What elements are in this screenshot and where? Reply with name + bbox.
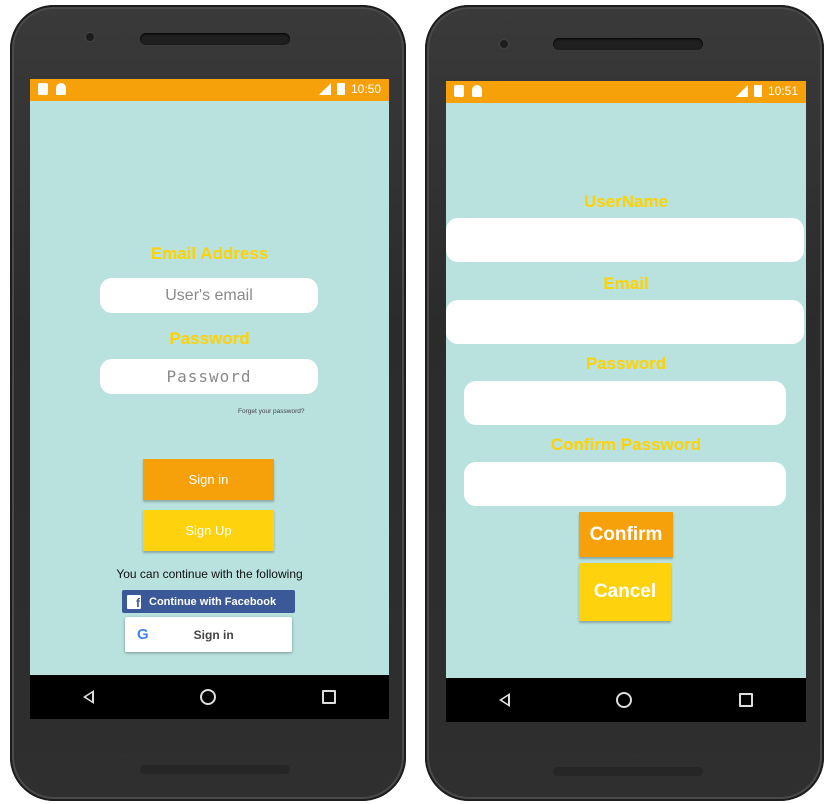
battery-icon — [753, 85, 762, 97]
bottom-speaker — [140, 765, 290, 774]
front-camera-icon — [86, 33, 94, 41]
earpiece-speaker — [140, 33, 290, 45]
left-phone-frame: 10:50 Email Address User's email Passwor… — [10, 5, 406, 801]
password-field[interactable]: Password — [100, 359, 318, 394]
right-phone-frame: 10:51 UserName Email Password Confirm Pa… — [425, 5, 824, 801]
bottom-speaker — [553, 767, 703, 776]
battery-icon — [336, 83, 345, 95]
confirm-password-field[interactable] — [464, 462, 786, 506]
login-screen: 10:50 Email Address User's email Passwor… — [30, 79, 389, 719]
sd-card-icon — [38, 83, 48, 95]
signal-icon — [735, 85, 748, 97]
android-icon — [472, 85, 482, 97]
username-field[interactable] — [446, 218, 804, 262]
email-field[interactable]: User's email — [100, 278, 318, 313]
sign-up-button[interactable]: Sign Up — [143, 510, 274, 551]
facebook-icon: f — [127, 594, 141, 609]
google-button-label: Sign in — [193, 627, 234, 642]
status-time: 10:51 — [767, 84, 798, 98]
recent-apps-icon[interactable] — [738, 693, 753, 707]
facebook-login-button[interactable]: f Continue with Facebook — [122, 590, 295, 613]
confirm-button[interactable]: Confirm — [579, 512, 673, 557]
email-field[interactable] — [446, 300, 804, 344]
password-label: Password — [585, 354, 667, 373]
sd-card-icon — [454, 85, 464, 97]
recent-apps-icon[interactable] — [322, 690, 336, 704]
confirm-password-label: Confirm Password — [550, 435, 702, 454]
front-camera-icon — [500, 40, 508, 48]
back-icon[interactable] — [83, 690, 94, 704]
back-icon[interactable] — [499, 693, 511, 707]
android-icon — [56, 83, 66, 95]
navigation-bar — [446, 678, 806, 722]
home-icon[interactable] — [200, 689, 216, 705]
earpiece-speaker — [553, 38, 703, 50]
continue-text: You can continue with the following — [116, 567, 303, 581]
password-field[interactable] — [464, 381, 786, 425]
email-label: Email — [603, 274, 649, 293]
username-label: UserName — [583, 192, 669, 211]
status-bar: 10:51 — [446, 81, 806, 103]
status-bar: 10:50 — [30, 79, 389, 101]
password-label: Password — [169, 329, 250, 348]
sign-in-button[interactable]: Sign in — [143, 459, 274, 500]
facebook-button-label: Continue with Facebook — [149, 595, 277, 608]
forgot-password-link[interactable]: Forget your password? — [238, 408, 304, 415]
status-time: 10:50 — [350, 82, 381, 96]
navigation-bar — [30, 675, 389, 719]
signal-icon — [318, 83, 331, 95]
google-sign-in-button[interactable]: G Sign in — [125, 617, 292, 652]
register-screen: 10:51 UserName Email Password Confirm Pa… — [446, 81, 806, 722]
google-icon: G — [137, 626, 149, 643]
email-label: Email Address — [150, 244, 269, 263]
home-icon[interactable] — [616, 692, 633, 708]
cancel-button[interactable]: Cancel — [579, 563, 671, 621]
